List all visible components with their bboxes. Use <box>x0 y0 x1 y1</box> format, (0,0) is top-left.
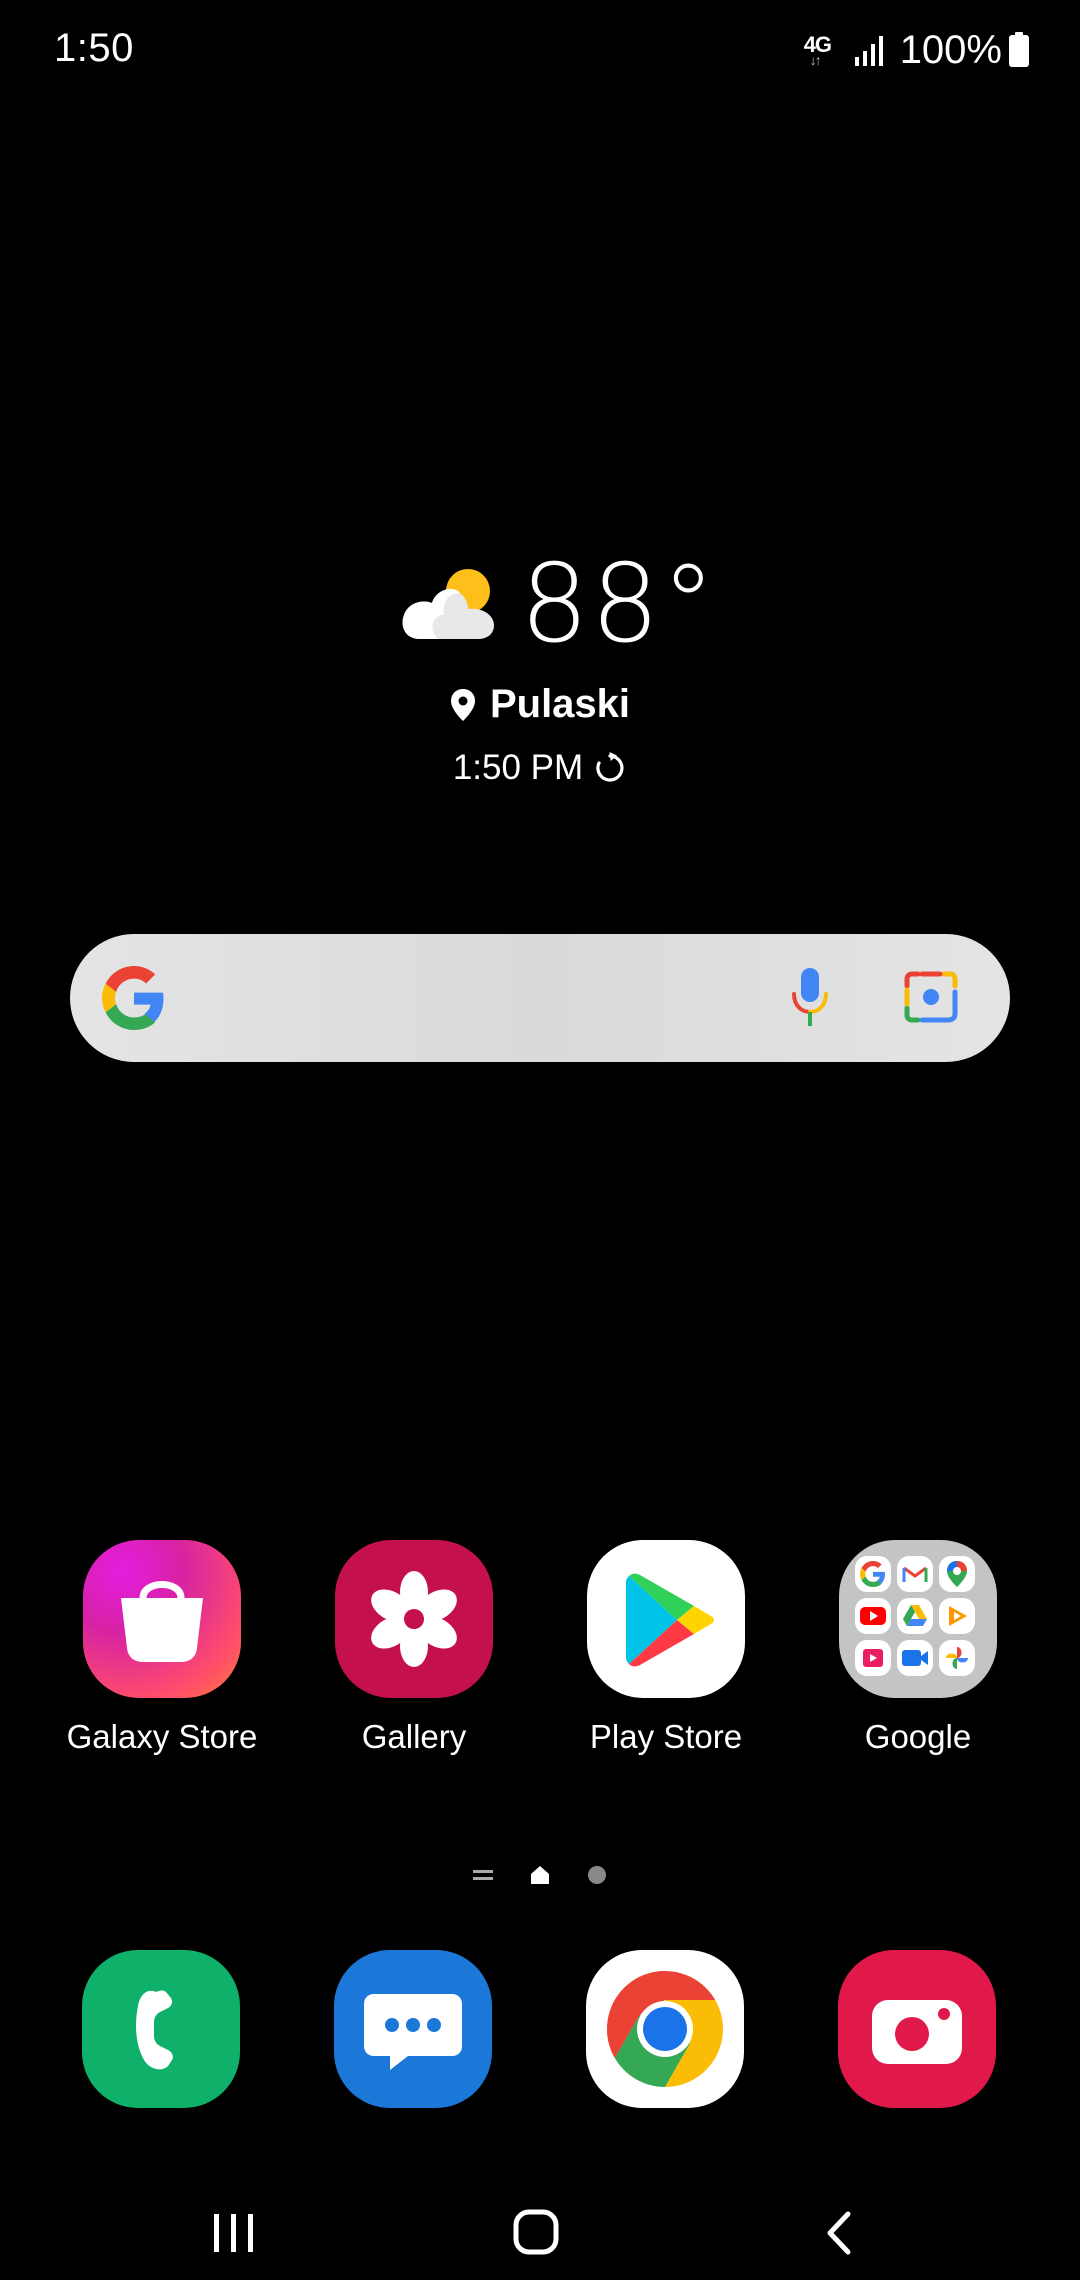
app-google-folder[interactable]: Google <box>798 1540 1038 1756</box>
weather-updated-time: 1:50 PM <box>0 748 1080 788</box>
google-folder-icon[interactable] <box>839 1540 997 1698</box>
app-label: Google <box>864 1718 972 1755</box>
partly-cloudy-icon <box>402 569 494 639</box>
navigation-bar <box>0 2180 1080 2280</box>
photos-mini-icon <box>939 1640 975 1676</box>
meet-mini-icon <box>897 1640 933 1676</box>
gallery-icon[interactable] <box>335 1540 493 1698</box>
refresh-icon[interactable] <box>593 751 627 785</box>
youtube-music-mini-icon <box>939 1598 975 1634</box>
app-galaxy-store[interactable]: Galaxy Store <box>42 1540 282 1756</box>
status-time: 1:50 <box>54 26 134 70</box>
messages-icon[interactable] <box>334 1950 492 2108</box>
drive-mini-icon <box>897 1598 933 1634</box>
gmail-mini-icon <box>897 1556 933 1592</box>
play-store-icon[interactable] <box>587 1540 745 1698</box>
google-logo-icon <box>102 966 164 1030</box>
weather-temperature: 88° <box>520 542 718 667</box>
weather-location: Pulaski <box>0 682 1080 727</box>
list-page-icon[interactable] <box>473 1867 493 1883</box>
maps-mini-icon <box>939 1556 975 1592</box>
weather-location-label: Pulaski <box>489 682 631 726</box>
location-pin-icon <box>450 688 475 721</box>
recent-apps-icon[interactable] <box>194 2202 274 2262</box>
app-label: Play Store <box>589 1718 743 1755</box>
app-gallery[interactable]: Gallery <box>294 1540 534 1756</box>
status-icons: 4G ↓↑ 100% <box>804 22 1030 78</box>
youtube-mini-icon <box>855 1598 891 1634</box>
google-mini-icon <box>855 1556 891 1592</box>
home-page-icon[interactable] <box>529 1864 551 1886</box>
network-type-icon: 4G ↓↑ <box>804 30 848 70</box>
galaxy-store-icon[interactable] <box>83 1540 241 1698</box>
weather-time-label: 1:50 PM <box>452 748 584 787</box>
home-button-icon[interactable] <box>496 2202 576 2262</box>
signal-icon <box>854 36 883 66</box>
weather-main: 88° <box>398 550 717 660</box>
app-label: Galaxy Store <box>66 1718 258 1755</box>
google-search-bar[interactable] <box>70 934 1010 1062</box>
status-bar: 1:50 4G ↓↑ 100% <box>0 0 1080 100</box>
play-movies-mini-icon <box>855 1640 891 1676</box>
battery-percent: 100% <box>899 27 1002 72</box>
weather-widget[interactable]: 88° Pulaski 1:50 PM <box>0 550 1080 810</box>
battery-icon <box>1009 32 1029 67</box>
network-activity-arrows: ↓↑ <box>809 52 822 68</box>
page-indicator <box>0 1860 1080 1890</box>
app-play-store[interactable]: Play Store <box>546 1540 786 1756</box>
microphone-icon[interactable] <box>786 964 834 1032</box>
page-dot-icon[interactable] <box>587 1865 607 1885</box>
app-label: Gallery <box>361 1718 467 1755</box>
chrome-icon[interactable] <box>586 1950 744 2108</box>
google-lens-icon[interactable] <box>902 968 960 1026</box>
camera-icon[interactable] <box>838 1950 996 2108</box>
back-icon[interactable] <box>800 2202 880 2262</box>
phone-icon[interactable] <box>82 1950 240 2108</box>
